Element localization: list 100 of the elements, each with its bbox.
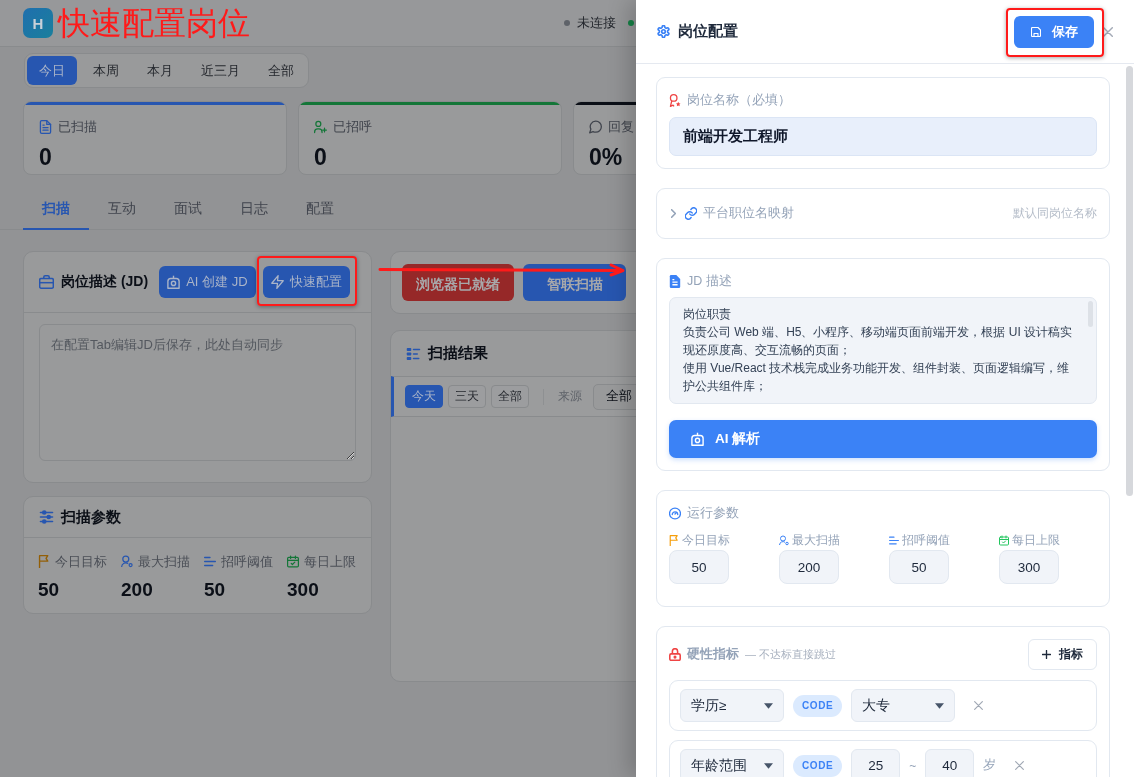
param-label: 每日上限 bbox=[304, 552, 356, 571]
jd-textarea[interactable]: 在配置Tab编辑JD后保存，此处自动同步 bbox=[39, 324, 356, 461]
range-tab[interactable]: 今天 bbox=[405, 385, 443, 408]
stat-value: 0% bbox=[589, 143, 623, 171]
param-label: 招呼阈值 bbox=[221, 552, 273, 571]
flag-icon bbox=[38, 555, 50, 568]
section-label: 岗位名称（必填） bbox=[687, 91, 791, 109]
chat-bubble-icon bbox=[589, 120, 602, 134]
tab[interactable]: 互动 bbox=[89, 190, 155, 230]
robot-icon bbox=[691, 432, 704, 446]
stat-value: 0 bbox=[39, 143, 52, 171]
section-label: 运行参数 bbox=[687, 504, 739, 522]
param-value: 50 bbox=[38, 579, 60, 601]
card-title: 扫描结果 bbox=[428, 344, 488, 363]
code-tag: CODE bbox=[793, 694, 843, 717]
number-input[interactable]: 200 bbox=[779, 550, 839, 584]
remove-button[interactable] bbox=[974, 701, 984, 710]
award-icon bbox=[669, 93, 681, 107]
user-icon bbox=[779, 534, 789, 546]
jd-textarea[interactable]: 岗位职责 负责公司 Web 端、H5、小程序、移动端页面前端开发，根据 UI 设计稿实现还原度高、交互流畅的页面； 使用 Vue/React 技术栈完成业务功能开发、组件封装、页面逻辑编写，维护公共组件库； bbox=[669, 297, 1097, 404]
drawer-title: 岗位配置 bbox=[678, 22, 738, 41]
min-input[interactable]: 25 bbox=[851, 749, 901, 777]
tab[interactable]: 配置 bbox=[287, 190, 353, 230]
sliders-icon bbox=[39, 510, 54, 524]
param-label: 今日目标 bbox=[682, 531, 730, 549]
range-tab[interactable]: 三天 bbox=[448, 385, 486, 408]
caret-icon bbox=[764, 702, 773, 709]
period-tab[interactable]: 近三月 bbox=[189, 56, 252, 85]
caret-icon bbox=[935, 702, 945, 709]
param-label: 每日上限 bbox=[1012, 531, 1060, 549]
close-button[interactable] bbox=[1103, 26, 1113, 37]
plus-icon bbox=[1042, 650, 1051, 659]
field-dropdown[interactable]: 学历≥ bbox=[680, 689, 784, 722]
paragraph: 负责公司 Web 端、H5、小程序、移动端页面前端开发，根据 UI 设计稿实现还原度高、交互流畅的页面； bbox=[683, 324, 1074, 359]
remove-button[interactable] bbox=[1015, 761, 1025, 770]
action-button[interactable]: 智联扫描 bbox=[523, 264, 626, 301]
stat-value: 0 bbox=[314, 143, 327, 171]
briefcase-icon bbox=[39, 275, 54, 289]
param-value: 200 bbox=[121, 579, 153, 601]
settings-icon bbox=[657, 25, 670, 38]
annotation-title: 快速配置岗位 bbox=[58, 4, 250, 43]
tab[interactable]: 面试 bbox=[155, 190, 221, 230]
user-plus-icon bbox=[314, 120, 327, 134]
save-button[interactable]: 保存 bbox=[1014, 15, 1094, 48]
document-icon bbox=[669, 274, 681, 288]
section-label: JD 描述 bbox=[687, 272, 732, 290]
code-tag: CODE bbox=[793, 754, 843, 777]
flag-icon bbox=[669, 534, 679, 546]
param-label: 最大扫描 bbox=[792, 531, 840, 549]
value-dropdown[interactable]: 大专 bbox=[851, 689, 956, 722]
period-tab[interactable]: 本月 bbox=[135, 56, 185, 85]
close-icon bbox=[1015, 761, 1025, 770]
close-icon bbox=[974, 701, 984, 710]
param-label: 招呼阈值 bbox=[902, 531, 950, 549]
range-separator: ~ bbox=[909, 758, 917, 773]
quick-config-button[interactable]: 快速配置 bbox=[262, 266, 350, 298]
user-icon bbox=[121, 555, 133, 568]
number-input[interactable]: 50 bbox=[889, 550, 949, 584]
link-icon bbox=[685, 207, 697, 220]
save-icon bbox=[1030, 26, 1041, 37]
section-label: 平台职位名映射 bbox=[703, 205, 794, 222]
tab[interactable]: 日志 bbox=[221, 190, 287, 230]
list-icon bbox=[406, 346, 421, 361]
period-tab[interactable]: 全部 bbox=[256, 56, 306, 85]
scrollbar[interactable] bbox=[1126, 66, 1133, 496]
unit-label: 岁 bbox=[983, 757, 997, 774]
paragraph: 岗位职责 bbox=[683, 306, 732, 323]
ai-create-button[interactable]: AI 创建 JD bbox=[159, 266, 256, 298]
section-label: 硬性指标 bbox=[687, 646, 739, 663]
calendar-icon bbox=[287, 555, 299, 568]
caret-icon bbox=[764, 762, 773, 769]
lines-icon bbox=[204, 555, 216, 568]
action-button[interactable]: 浏览器已就绪 bbox=[402, 264, 514, 301]
param-label: 最大扫描 bbox=[138, 552, 190, 571]
hint-text: 默认同岗位名称 bbox=[1013, 206, 1097, 221]
gauge-icon bbox=[669, 506, 681, 520]
ai-parse-button[interactable]: AI 解析 bbox=[669, 420, 1097, 458]
robot-icon bbox=[167, 275, 181, 289]
card-title: 岗位描述 (JD) bbox=[61, 273, 149, 291]
name-input[interactable]: 前端开发工程师 bbox=[669, 117, 1097, 156]
param-value: 50 bbox=[204, 579, 226, 601]
logo: H bbox=[23, 8, 53, 38]
max-input[interactable]: 40 bbox=[925, 749, 975, 777]
period-tab[interactable]: 今日 bbox=[27, 56, 77, 85]
range-tab[interactable]: 全部 bbox=[491, 385, 529, 408]
add-criterion-button[interactable]: 指标 bbox=[1028, 639, 1097, 670]
lightning-icon bbox=[270, 275, 284, 289]
status-label: 未连接 bbox=[577, 14, 616, 32]
number-input[interactable]: 300 bbox=[999, 550, 1059, 584]
document-icon bbox=[39, 120, 52, 134]
period-tab[interactable]: 本周 bbox=[81, 56, 131, 85]
number-input[interactable]: 50 bbox=[669, 550, 729, 584]
lines-icon bbox=[889, 534, 899, 546]
stat-label: 已招呼 bbox=[333, 118, 372, 136]
stat-label: 已扫描 bbox=[58, 118, 97, 136]
param-value: 300 bbox=[287, 579, 319, 601]
field-dropdown[interactable]: 年龄范围 bbox=[680, 749, 784, 777]
calendar-icon bbox=[999, 534, 1009, 546]
param-label: 今日目标 bbox=[55, 552, 107, 571]
stat-label: 回复 bbox=[608, 118, 634, 136]
